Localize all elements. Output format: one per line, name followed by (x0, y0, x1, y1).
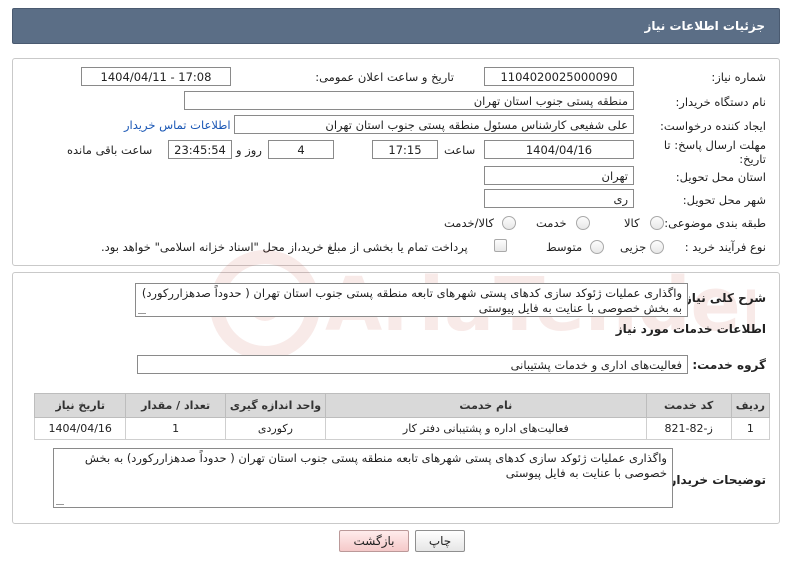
page-header: جزئیات اطلاعات نیاز (12, 8, 780, 44)
need-number-field[interactable]: 1104020025000090 (484, 67, 634, 86)
announce-label: تاریخ و ساعت اعلان عمومی: (315, 70, 454, 84)
deadline-time-label: ساعت (444, 143, 476, 157)
service-code-cell: ز-82-821 (645, 417, 732, 440)
buyer-notes-textarea[interactable]: واگذاری عملیات ژئوکد سازی کدهای پستی شهر… (53, 448, 673, 508)
need-info-panel (12, 58, 780, 266)
deadline-time-field[interactable]: 17:15 (372, 140, 438, 159)
treasury-payment-checkbox[interactable] (494, 239, 507, 252)
category-label: طبقه بندی موضوعی: (664, 216, 766, 230)
buyer-contact-link[interactable]: اطلاعات تماس خریدار (124, 118, 231, 132)
print-button[interactable]: چاپ (415, 530, 465, 552)
back-button[interactable]: بازگشت (339, 530, 409, 552)
page-title: جزئیات اطلاعات نیاز (644, 19, 765, 33)
days-label: روز و (236, 143, 262, 157)
category-option-goods-service: کالا/خدمت (444, 216, 495, 230)
quantity-cell: 1 (125, 417, 226, 440)
remaining-days-field[interactable]: 4 (268, 140, 334, 159)
general-description-text: واگذاری عملیات ژئوکد سازی کدهای پستی شهر… (141, 286, 682, 315)
table-row: 1 ز-82-821 فعالیت‌های اداره و پشتیبانی د… (33, 417, 771, 440)
services-table: ردیف کد خدمت نام خدمت واحد اندازه گیری ت… (33, 393, 771, 440)
general-description-label: شرح کلی نیاز: (680, 291, 766, 305)
buyer-org-label: نام دستگاه خریدار: (675, 95, 766, 109)
process-option-minor: جزیی (620, 240, 647, 254)
category-radio-goods-service[interactable] (502, 216, 516, 230)
process-option-medium: متوسط (546, 240, 583, 254)
buyer-org-field[interactable]: منطقه پستی جنوب استان تهران (184, 91, 634, 110)
remaining-time-field[interactable]: 23:45:54 (168, 140, 232, 159)
deadline-label: مهلت ارسال پاسخ: تا (663, 138, 766, 152)
province-field[interactable]: تهران (484, 166, 634, 185)
col-unit-header: واحد اندازه گیری (224, 393, 327, 418)
remaining-time-label: ساعت باقی مانده (67, 143, 153, 157)
process-label: نوع فرآیند خرید : (684, 240, 766, 254)
col-code-header: کد خدمت (645, 393, 732, 418)
col-row-header: ردیف (730, 393, 771, 418)
resize-grip-icon[interactable] (56, 497, 64, 505)
unit-cell: رکوردی (224, 417, 327, 440)
service-group-field[interactable]: فعالیت‌های اداری و خدمات پشتیبانی (137, 355, 688, 374)
col-date-header: تاریخ نیاز (33, 393, 127, 418)
service-name-cell: فعالیت‌های اداره و پشتیبانی دفتر کار (325, 417, 647, 440)
process-radio-minor[interactable] (650, 240, 664, 254)
deadline-date-label: تاریخ: (739, 152, 766, 166)
city-field[interactable]: ری (484, 189, 634, 208)
category-radio-goods[interactable] (650, 216, 664, 230)
service-group-label: گروه خدمت: (692, 358, 766, 372)
process-radio-medium[interactable] (590, 240, 604, 254)
col-qty-header: تعداد / مقدار (125, 393, 226, 418)
buyer-notes-text: واگذاری عملیات ژئوکد سازی کدهای پستی شهر… (84, 451, 667, 480)
col-name-header: نام خدمت (325, 393, 647, 418)
need-number-label: شماره نیاز: (711, 70, 766, 84)
category-radio-service[interactable] (576, 216, 590, 230)
need-date-cell: 1404/04/16 (33, 417, 127, 440)
province-label: استان محل تحویل: (675, 170, 766, 184)
row-number-cell: 1 (730, 417, 771, 440)
general-description-textarea[interactable]: واگذاری عملیات ژئوکد سازی کدهای پستی شهر… (135, 283, 688, 317)
deadline-date-field[interactable]: 1404/04/16 (484, 140, 634, 159)
creator-label: ایجاد کننده درخواست: (660, 119, 766, 133)
announce-datetime-field[interactable]: 1404/04/11 - 17:08 (81, 67, 231, 86)
buyer-notes-label: توضیحات خریدار: (664, 473, 766, 487)
treasury-payment-note: پرداخت تمام یا بخشی از مبلغ خرید،از محل … (101, 240, 468, 254)
services-section-title: اطلاعات خدمات مورد نیاز (615, 322, 766, 336)
category-option-service: خدمت (536, 216, 567, 230)
resize-grip-icon[interactable] (138, 306, 146, 314)
city-label: شهر محل تحویل: (682, 193, 766, 207)
creator-field[interactable]: علی شفیعی کارشناس مسئول منطقه پستی جنوب … (234, 115, 634, 134)
category-option-goods: کالا (624, 216, 640, 230)
